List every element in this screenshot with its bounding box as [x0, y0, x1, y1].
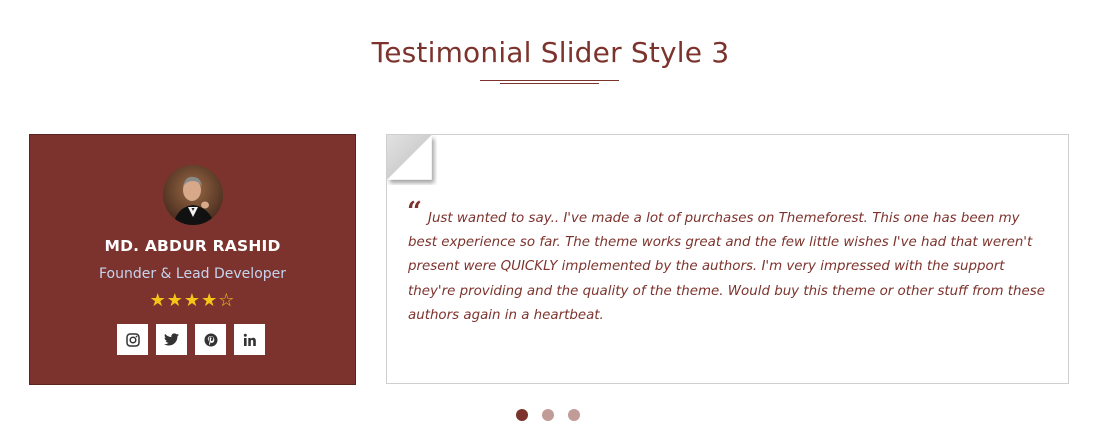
page-curl-decoration	[387, 135, 432, 180]
testimonial-card: “ Just wanted to say.. I've made a lot o…	[386, 134, 1069, 384]
person-role: Founder & Lead Developer	[98, 266, 287, 282]
star-icon: ★	[201, 290, 219, 311]
person-name: MD. ABDUR RASHID	[104, 237, 281, 255]
star-icon: ★	[166, 290, 184, 311]
social-links	[117, 324, 277, 355]
instagram-icon	[125, 332, 140, 347]
linkedin-button[interactable]	[234, 324, 265, 355]
star-outline-icon: ☆	[218, 290, 236, 311]
star-icon: ★	[149, 290, 167, 311]
pinterest-button[interactable]	[195, 324, 226, 355]
slider-dot-1[interactable]	[516, 409, 528, 421]
instagram-button[interactable]	[117, 324, 148, 355]
linkedin-icon	[243, 333, 256, 346]
twitter-icon	[164, 333, 179, 346]
section-title: Testimonial Slider Style 3	[371, 36, 730, 69]
slider-pagination	[516, 409, 580, 421]
star-rating: ★★★★☆	[30, 290, 355, 312]
title-divider	[480, 80, 619, 81]
slider-dot-3[interactable]	[568, 409, 580, 421]
star-icon: ★	[183, 290, 202, 311]
slider-dot-2[interactable]	[542, 409, 554, 421]
testimonial-text: Just wanted to say.. I've made a lot of …	[408, 211, 1045, 323]
twitter-button[interactable]	[156, 324, 187, 355]
pinterest-icon	[204, 333, 217, 346]
title-divider-secondary	[500, 83, 599, 84]
avatar	[163, 165, 223, 225]
profile-card: MD. ABDUR RASHID Founder & Lead Develope…	[29, 134, 356, 385]
